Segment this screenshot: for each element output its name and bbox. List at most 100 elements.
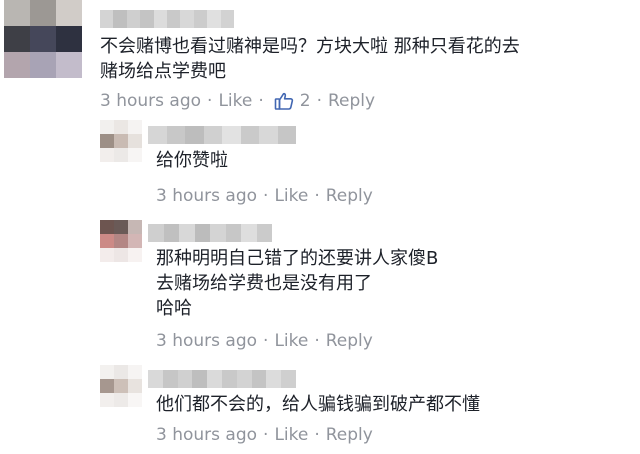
comment-text: 那种明明自己错了的还要讲人家傻B 去赌场给学费也是没有用了 哈哈 (156, 246, 438, 321)
reply-link[interactable]: Reply (326, 185, 373, 207)
separator-dot: · (263, 186, 269, 206)
avatar-pixel (114, 134, 128, 148)
separator-dot: · (263, 331, 269, 351)
avatar-pixel (114, 393, 128, 407)
name-pixel (222, 126, 241, 144)
name-pixel (163, 224, 179, 242)
thumbs-up-icon[interactable] (274, 91, 294, 111)
comment-text: 他们都不会的，给人骗钱骗到破产都不懂 (156, 392, 480, 417)
avatar-pixel (128, 393, 142, 407)
name-pixel (221, 370, 237, 388)
like-link[interactable]: Like (274, 330, 308, 352)
avatar-pixel (128, 120, 142, 134)
avatar[interactable] (100, 365, 142, 407)
comment-line: 哈哈 (156, 298, 192, 319)
separator-dot: · (314, 425, 320, 445)
comment-line: 赌场给点学费吧 (100, 61, 226, 82)
avatar-pixel (4, 26, 30, 52)
commenter-name[interactable] (100, 10, 235, 28)
avatar-pixel (100, 134, 114, 148)
name-pixel (140, 10, 154, 28)
avatar-pixel (114, 379, 128, 393)
avatar[interactable] (100, 220, 142, 262)
name-pixel (240, 126, 259, 144)
avatar-pixel (4, 0, 30, 26)
commenter-name[interactable] (148, 126, 296, 144)
commenter-name[interactable] (148, 224, 272, 242)
name-pixel (281, 370, 296, 388)
avatar-pixel (114, 148, 128, 162)
separator-dot: · (263, 425, 269, 445)
separator-dot: · (207, 91, 213, 111)
avatar-pixel (114, 248, 128, 262)
avatar-pixel (56, 0, 82, 26)
avatar-pixel (30, 0, 56, 26)
name-pixel (194, 224, 210, 242)
name-pixel (100, 10, 114, 28)
avatar-pixel (56, 52, 82, 78)
timestamp[interactable]: 3 hours ago (156, 330, 257, 352)
separator-dot: · (314, 186, 320, 206)
like-link[interactable]: Like (274, 185, 308, 207)
commenter-name[interactable] (148, 370, 296, 388)
name-pixel (148, 224, 164, 242)
name-pixel (207, 10, 221, 28)
name-pixel (203, 126, 222, 144)
timestamp[interactable]: 3 hours ago (100, 90, 201, 112)
avatar[interactable] (4, 0, 82, 78)
avatar-pixel (114, 234, 128, 248)
like-link[interactable]: Like (274, 424, 308, 446)
avatar-pixel (100, 393, 114, 407)
avatar-pixel (100, 148, 114, 162)
reply-link[interactable]: Reply (326, 424, 373, 446)
like-count: 2 (299, 91, 311, 111)
comment-line: 去赌场给学费也是没有用了 (156, 273, 372, 294)
name-pixel (251, 370, 267, 388)
name-pixel (153, 10, 168, 28)
name-pixel (236, 370, 252, 388)
comment-meta: 3 hours ago · Like · Reply (156, 424, 373, 446)
avatar-pixel (114, 365, 128, 379)
avatar-pixel (100, 234, 114, 248)
comment-meta: 3 hours ago · Like · 2 · Reply (100, 90, 375, 112)
reply-link[interactable]: Reply (326, 330, 373, 352)
name-pixel (166, 126, 185, 144)
avatar-pixel (100, 120, 114, 134)
comment-meta: 3 hours ago · Like · Reply (156, 185, 373, 207)
avatar-pixel (56, 26, 82, 52)
avatar[interactable] (100, 120, 142, 162)
name-pixel (180, 10, 194, 28)
name-pixel (277, 126, 296, 144)
avatar-pixel (128, 134, 142, 148)
avatar-pixel (30, 26, 56, 52)
comment-text: 给你赞啦 (156, 148, 228, 173)
name-pixel (241, 224, 257, 242)
avatar-pixel (128, 220, 142, 234)
timestamp[interactable]: 3 hours ago (156, 185, 257, 207)
avatar-pixel (114, 220, 128, 234)
like-link[interactable]: Like (218, 90, 252, 112)
avatar-pixel (100, 220, 114, 234)
name-pixel (177, 370, 193, 388)
name-pixel (185, 126, 204, 144)
name-pixel (179, 224, 195, 242)
name-pixel (167, 10, 181, 28)
comment-text: 不会赌博也看过赌神是吗？方块大啦 那种只看花的去 赌场给点学费吧 (100, 34, 520, 84)
comment-line: 给你赞啦 (156, 150, 228, 171)
avatar-pixel (100, 365, 114, 379)
name-pixel (220, 10, 235, 28)
name-pixel (126, 10, 141, 28)
avatar-pixel (128, 365, 142, 379)
reply-link[interactable]: Reply (328, 90, 375, 112)
name-pixel (266, 370, 282, 388)
timestamp[interactable]: 3 hours ago (156, 424, 257, 446)
avatar-pixel (128, 234, 142, 248)
name-pixel (162, 370, 178, 388)
avatar-pixel (30, 52, 56, 78)
separator-dot: · (316, 91, 322, 111)
avatar-pixel (100, 379, 114, 393)
name-pixel (207, 370, 222, 388)
name-pixel (193, 10, 208, 28)
name-pixel (148, 370, 163, 388)
name-pixel (256, 224, 272, 242)
